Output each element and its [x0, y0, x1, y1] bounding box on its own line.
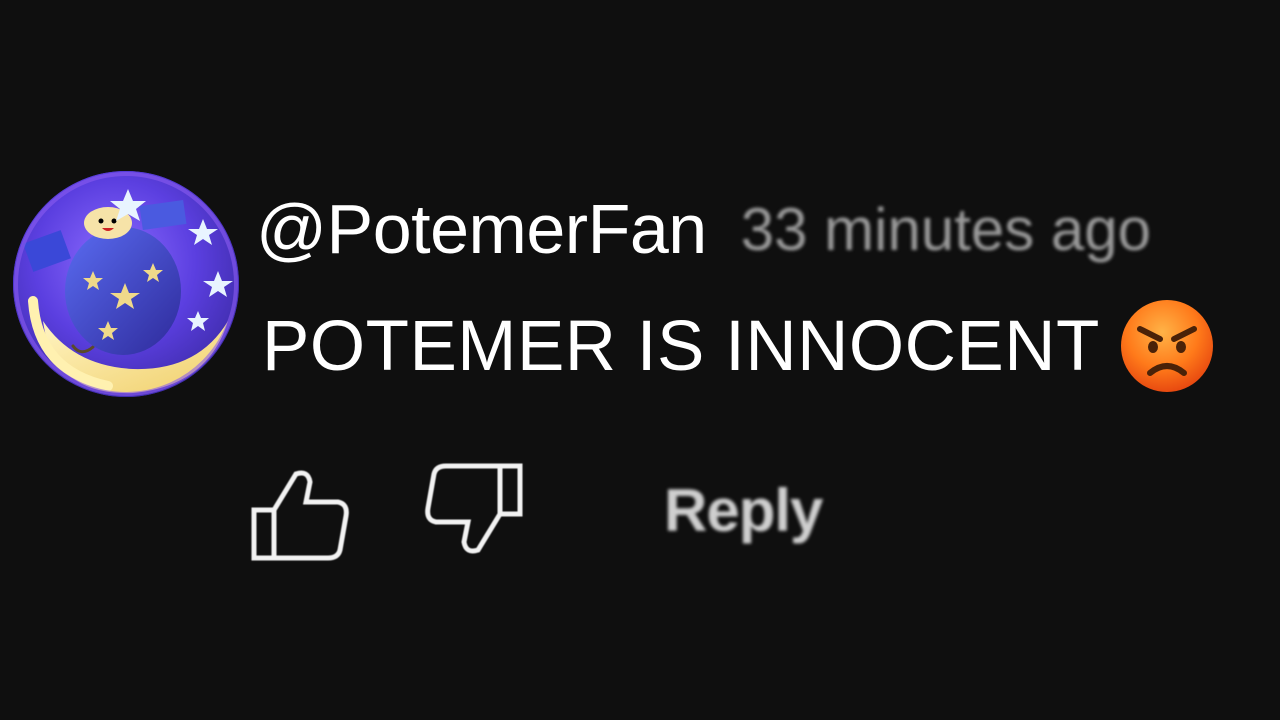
- comment-header: @PotemerFan 33 minutes ago: [256, 184, 1151, 274]
- comment-thread: @PotemerFan 33 minutes ago POTEMER IS IN…: [0, 0, 1280, 720]
- thumbs-up-icon: [251, 470, 349, 561]
- comment-body: POTEMER IS INNOCENT: [262, 296, 1216, 396]
- avatar[interactable]: [13, 171, 239, 397]
- dislike-button[interactable]: [422, 462, 524, 560]
- reply-button[interactable]: Reply: [664, 476, 823, 545]
- comment-text: POTEMER IS INNOCENT: [262, 306, 1100, 386]
- thumbs-down-icon: [425, 463, 523, 554]
- comment-actions: Reply: [250, 462, 950, 562]
- angry-face-icon: [1118, 297, 1216, 395]
- like-button[interactable]: [250, 464, 352, 562]
- comment-timestamp[interactable]: 33 minutes ago: [741, 195, 1151, 264]
- avatar-image: [13, 171, 239, 397]
- author-handle[interactable]: @PotemerFan: [256, 189, 707, 269]
